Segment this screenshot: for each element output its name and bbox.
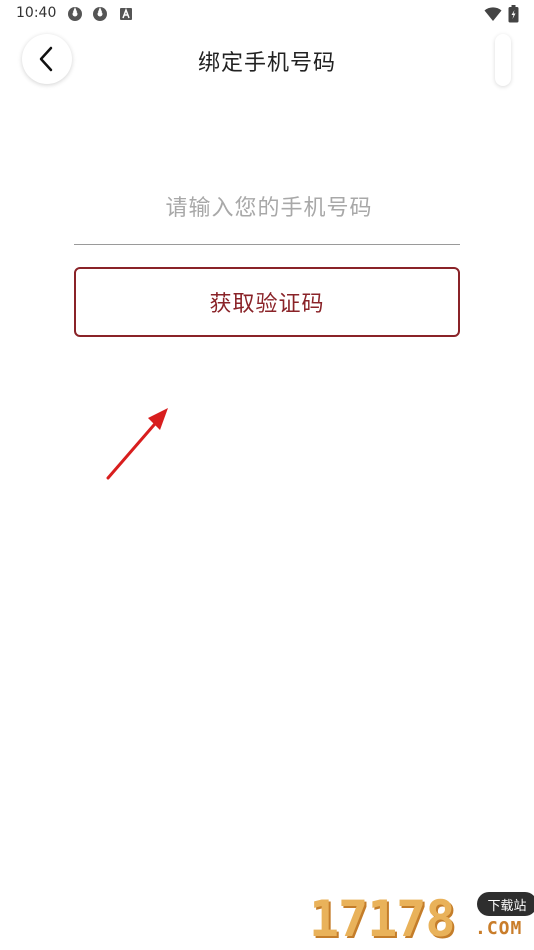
page-title: 绑定手机号码 [197,51,336,76]
app-notification-icon [93,7,107,21]
status-bar: 10:40 [0,0,534,28]
wifi-icon [484,7,502,21]
battery-icon [508,5,519,23]
watermark-number: 17178 [309,890,456,948]
font-app-icon [120,7,132,20]
get-code-label: 获取验证码 [209,292,325,317]
app-notification-icon [68,7,82,21]
phone-number-input[interactable] [74,180,464,236]
watermark-badge: 下载站 [477,892,534,916]
bind-phone-screen: 10:40 绑定手机号码 请输入您的手机号码 获取验证码 17178 下载站 .… [0,0,534,950]
side-handle[interactable] [495,34,511,86]
status-time: 10:40 [16,5,57,21]
phone-field [74,180,464,245]
watermark: 17178 下载站 .COM [305,888,534,950]
watermark-domain: .COM [475,918,523,939]
get-verification-code-button[interactable]: 获取验证码 [74,267,460,337]
annotation-arrow-icon [106,408,168,480]
